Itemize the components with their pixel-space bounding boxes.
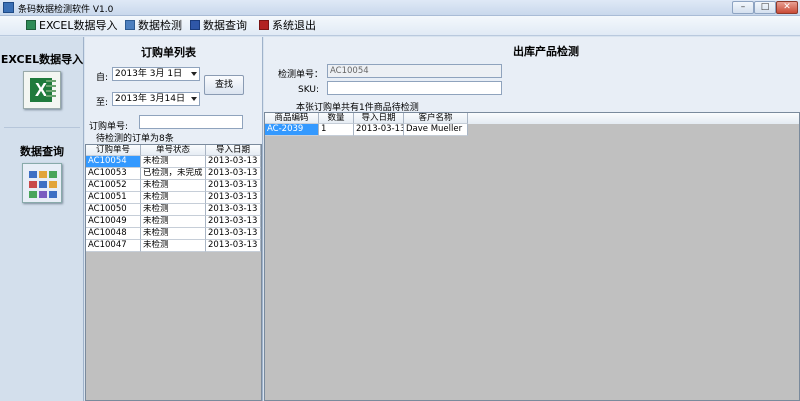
from-date-value: 2013年 3月 1日 [115,69,183,79]
column-header[interactable]: 导入日期 [206,145,261,156]
menu-excel-import[interactable]: EXCEL数据导入 [26,19,117,33]
nav-excel-import[interactable]: EXCEL数据导入 X [0,51,84,109]
excel-large-icon: X [23,71,61,109]
status-cell: 未检测 [141,156,206,168]
product-table[interactable]: 商品编码 数量 导入日期 客户名称 AC-2039 1 2013-03-13 D… [264,112,800,401]
check-no-label: 检测单号： [278,70,324,80]
date-cell: 2013-03-13 [206,228,261,240]
order-list-panel: 订购单列表 自: 2013年 3月 1日 至: 2013年 3月14日 查找 订… [85,37,263,401]
date-cell: 2013-03-13 [206,156,261,168]
order-table-header: 订购单号 单号状态 导入日期 [86,145,261,156]
excel-icon [26,20,36,30]
table-row[interactable]: AC10052 未检测 2013-03-13 [86,180,261,192]
order-no-input[interactable] [139,115,243,129]
customer-cell: Dave Mueller [404,124,468,136]
title-bar: 条码数据检测软件 V1.0 – □ ✕ [0,0,800,16]
date-cell: 2013-03-13 [206,180,261,192]
order-no-cell: AC10054 [86,156,141,168]
from-label: 自: [96,73,109,83]
from-date-picker[interactable]: 2013年 3月 1日 [112,67,200,81]
app-icon [3,2,14,13]
minimize-button[interactable]: – [732,1,754,14]
order-table[interactable]: 订购单号 单号状态 导入日期 AC10054 未检测 2013-03-13 AC… [85,144,262,401]
nav-data-query[interactable]: 数据查询 [0,143,84,203]
menu-data-query[interactable]: 数据查询 [190,19,247,33]
menu-bar: EXCEL数据导入 数据检测 数据查询 系统退出 [0,16,800,36]
query-icon [190,20,200,30]
column-header[interactable]: 数量 [319,113,354,124]
sku-input[interactable] [327,81,502,95]
status-cell: 未检测 [141,228,206,240]
order-no-cell: AC10047 [86,240,141,252]
to-date-picker[interactable]: 2013年 3月14日 [112,92,200,106]
order-list-title: 订购单列表 [141,46,196,59]
date-cell: 2013-03-13 [206,192,261,204]
sku-label: SKU: [298,85,319,95]
maximize-button[interactable]: □ [754,1,776,14]
pending-count-text: 待检测的订单为8条 [96,134,174,144]
status-cell: 未检测 [141,180,206,192]
product-code-cell: AC-2039 [265,124,319,136]
column-header[interactable]: 商品编码 [265,113,319,124]
table-row[interactable]: AC10051 未检测 2013-03-13 [86,192,261,204]
check-icon [125,20,135,30]
date-cell: 2013-03-13 [206,168,261,180]
table-row[interactable]: AC-2039 1 2013-03-13 Dave Mueller [265,124,799,136]
status-cell: 未检测 [141,192,206,204]
table-row[interactable]: AC10049 未检测 2013-03-13 [86,216,261,228]
status-cell: 未检测 [141,204,206,216]
left-nav: EXCEL数据导入 X 数据查询 [0,37,84,401]
table-row[interactable]: AC10053 已检测，未完成 2013-03-13 [86,168,261,180]
column-header[interactable]: 订购单号 [86,145,141,156]
date-cell: 2013-03-13 [354,124,404,136]
column-header[interactable]: 单号状态 [141,145,206,156]
table-row[interactable]: AC10054 未检测 2013-03-13 [86,156,261,168]
date-cell: 2013-03-13 [206,240,261,252]
close-button[interactable]: ✕ [776,1,798,14]
order-no-cell: AC10050 [86,204,141,216]
nav-divider [4,127,80,128]
to-label: 至: [96,98,109,108]
status-cell: 已检测，未完成 [141,168,206,180]
menu-item-label: 系统退出 [272,19,316,32]
menu-data-check[interactable]: 数据检测 [125,19,182,33]
table-row[interactable]: AC10048 未检测 2013-03-13 [86,228,261,240]
column-header[interactable]: 导入日期 [354,113,404,124]
date-cell: 2013-03-13 [206,204,261,216]
column-header[interactable]: 客户名称 [404,113,468,124]
status-cell: 未检测 [141,240,206,252]
window-title: 条码数据检测软件 V1.0 [18,5,114,15]
outbound-check-panel: 出库产品检测 检测单号： AC10054 SKU: 本张订购单共有1件商品待检测… [264,37,800,401]
chevron-down-icon [191,97,197,101]
query-large-icon [22,163,62,203]
status-cell: 未检测 [141,216,206,228]
to-date-value: 2013年 3月14日 [115,94,185,104]
order-no-cell: AC10051 [86,192,141,204]
order-no-cell: AC10053 [86,168,141,180]
menu-item-label: 数据检测 [138,19,182,32]
nav-query-label: 数据查询 [20,145,64,158]
menu-item-label: EXCEL数据导入 [39,19,118,32]
order-no-cell: AC10052 [86,180,141,192]
table-row[interactable]: AC10050 未检测 2013-03-13 [86,204,261,216]
menu-item-label: 数据查询 [203,19,247,32]
order-no-cell: AC10049 [86,216,141,228]
product-table-header: 商品编码 数量 导入日期 客户名称 [265,113,799,124]
check-no-field: AC10054 [327,64,502,78]
order-no-cell: AC10048 [86,228,141,240]
chevron-down-icon [191,72,197,76]
find-button[interactable]: 查找 [204,75,244,95]
menu-system-exit[interactable]: 系统退出 [259,19,316,33]
table-row[interactable]: AC10047 未检测 2013-03-13 [86,240,261,252]
nav-excel-label: EXCEL数据导入 [0,53,84,66]
exit-icon [259,20,269,30]
outbound-check-title: 出库产品检测 [513,45,579,58]
date-cell: 2013-03-13 [206,216,261,228]
quantity-cell: 1 [319,124,354,136]
